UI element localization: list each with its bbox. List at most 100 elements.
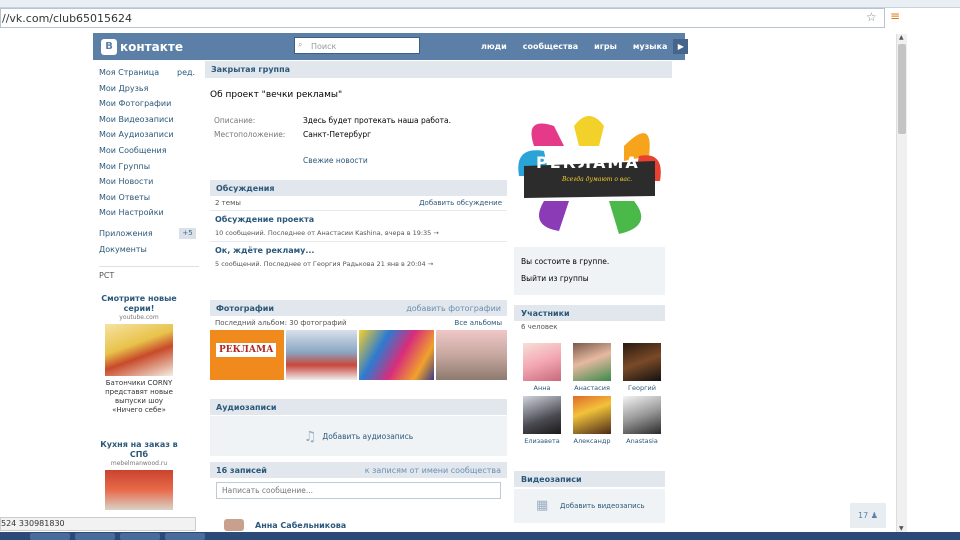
group-description: Описание: Здесь будет протекать наша рабо… [214, 116, 451, 125]
videos-title: Видеозаписи [521, 475, 582, 484]
photo-thumb[interactable]: РЕКЛАМА [210, 330, 284, 380]
wall-post-input[interactable]: Написать сообщение... [216, 482, 501, 499]
poster-subtitle: Всегда думают о вас. [562, 176, 633, 183]
vk-logo[interactable]: Вконтакте [101, 39, 183, 55]
topic-item[interactable]: Обсуждение проекта 10 сообщений. Последн… [210, 210, 507, 241]
add-audio-button[interactable]: ♫ Добавить аудиозапись [210, 416, 507, 456]
ad-title[interactable]: Смотрите новые серии! [99, 294, 179, 314]
ad-image[interactable] [105, 470, 173, 510]
sidebar-item-apps[interactable]: Приложения +5 [99, 227, 199, 245]
discussions-title: Обсуждения [216, 184, 275, 193]
search-placeholder: Поиск [311, 42, 337, 51]
add-video-button[interactable]: ▦ Добавить видеозапись [514, 489, 665, 523]
sidebar-item-rst[interactable]: РСТ [99, 271, 199, 280]
audio-header[interactable]: Аудиозаписи [210, 399, 507, 415]
ad-title[interactable]: Кухня на заказ в СПб [99, 440, 179, 460]
taskbar-app[interactable] [30, 533, 70, 540]
topic-title[interactable]: Ок, ждёте рекламу... [215, 246, 502, 255]
videos-header[interactable]: Видеозаписи [514, 471, 665, 487]
member-name[interactable]: Anastasia [617, 437, 667, 445]
avatar[interactable] [224, 519, 244, 531]
photo-thumb[interactable] [286, 330, 357, 380]
photos-header[interactable]: Фотографии добавить фотографии [210, 300, 507, 316]
members-count: 6 человек [521, 323, 558, 331]
sidebar-item-groups[interactable]: Мои Группы [99, 162, 199, 178]
taskbar-app[interactable] [75, 533, 115, 540]
sidebar-item-photos[interactable]: Мои Фотографии [99, 99, 199, 115]
sidebar-item-messages[interactable]: Мои Сообщения [99, 146, 199, 162]
sidebar-item-docs[interactable]: Документы [99, 245, 199, 261]
taskbar-app[interactable] [120, 533, 160, 540]
member-name[interactable]: Анастасия [567, 384, 617, 392]
all-albums-link[interactable]: Все альбомы [455, 319, 502, 327]
members-title: Участники [521, 309, 570, 318]
sidebar-item-audio[interactable]: Мои Аудиозаписи [99, 130, 199, 146]
search-input[interactable]: ⌕ Поиск [294, 37, 420, 54]
members-header[interactable]: Участники [514, 305, 665, 321]
nav-music[interactable]: музыка [633, 42, 667, 54]
avatar[interactable] [573, 343, 611, 381]
member-card[interactable]: Анна [517, 343, 567, 392]
member-name[interactable]: Александр [567, 437, 617, 445]
wall-community-link[interactable]: к записям от имени сообщества [365, 466, 501, 475]
avatar[interactable] [623, 396, 661, 434]
members-grid: Анна Анастасия Георгий Елизавета Алексан… [517, 343, 667, 445]
page-scrollbar[interactable]: ▲ ▼ [896, 34, 907, 532]
member-card[interactable]: Георгий [617, 343, 667, 392]
sidebar-item-news[interactable]: Мои Новости [99, 177, 199, 193]
discussions-section: Обсуждения 2 темы Добавить обсуждение Обс… [210, 180, 507, 272]
sidebar-item-videos[interactable]: Мои Видеозаписи [99, 115, 199, 131]
player-play-icon[interactable]: ▶ [673, 39, 689, 54]
member-name[interactable]: Анна [517, 384, 567, 392]
nav-logout[interactable]: выйти [753, 42, 781, 54]
nav-games[interactable]: игры [594, 42, 617, 54]
avatar[interactable] [523, 343, 561, 381]
scroll-thumb[interactable] [898, 44, 906, 134]
add-audio-label: Добавить аудиозапись [322, 432, 414, 441]
fresh-news-link[interactable]: Свежие новости [303, 156, 368, 165]
add-photos-link[interactable]: добавить фотографии [406, 304, 501, 313]
scroll-down-icon[interactable]: ▼ [899, 525, 904, 532]
topic-item[interactable]: Ок, ждёте рекламу... 5 сообщений. Послед… [210, 241, 507, 272]
like-counter[interactable]: 17 ♟ [850, 503, 886, 528]
avatar[interactable] [573, 396, 611, 434]
scroll-up-icon[interactable]: ▲ [899, 34, 904, 41]
discussions-header[interactable]: Обсуждения [210, 180, 507, 196]
photo-thumb[interactable] [359, 330, 434, 380]
desc-key: Описание: [214, 116, 256, 125]
member-name[interactable]: Елизавета [517, 437, 567, 445]
nav-help[interactable]: помощь [700, 42, 737, 54]
topic-title[interactable]: Обсуждение проекта [215, 215, 502, 224]
sidebar-edit-link[interactable]: ред. [177, 68, 195, 77]
member-name[interactable]: Георгий [617, 384, 667, 392]
ad-block[interactable]: Кухня на заказ в СПб mebelmanwood.ru [99, 440, 179, 510]
avatar[interactable] [523, 396, 561, 434]
sidebar-item-friends[interactable]: Мои Друзья [99, 84, 199, 100]
member-card[interactable]: Anastasia [617, 396, 667, 445]
nav-communities[interactable]: сообщества [523, 42, 578, 54]
membership-text: Вы состоите в группе. [521, 257, 610, 266]
leave-group-link[interactable]: Выйти из группы [514, 270, 665, 287]
post-author[interactable]: Анна Сабельникова [255, 521, 346, 530]
member-card[interactable]: Александр [567, 396, 617, 445]
url-text: //vk.com/club65015624 [2, 12, 133, 25]
taskbar-app[interactable] [165, 533, 205, 540]
address-bar[interactable]: //vk.com/club65015624 [0, 8, 885, 28]
photo-thumb[interactable] [436, 330, 507, 380]
sidebar-item-answers[interactable]: Мои Ответы [99, 193, 199, 209]
member-card[interactable]: Елизавета [517, 396, 567, 445]
photo-caption: РЕКЛАМА [216, 343, 277, 357]
browser-menu-icon[interactable]: ≡ [890, 10, 902, 22]
group-poster[interactable]: РЕКЛАМА Всегда думают о вас. [514, 106, 665, 239]
ad-image[interactable] [105, 324, 173, 376]
nav-people[interactable]: люди [481, 42, 507, 54]
avatar[interactable] [623, 343, 661, 381]
sidebar-item-settings[interactable]: Мои Настройки [99, 208, 199, 224]
ad-block[interactable]: Смотрите новые серии! youtube.com Батонч… [99, 294, 179, 415]
vk-logo-icon: В [101, 39, 117, 55]
add-discussion-link[interactable]: Добавить обсуждение [419, 199, 502, 207]
wall-header[interactable]: 16 записей к записям от имени сообщества [210, 462, 507, 478]
member-card[interactable]: Анастасия [567, 343, 617, 392]
bookmark-star-icon[interactable]: ☆ [866, 10, 877, 24]
ad-text: Батончики CORNY представят новые выпуски… [105, 379, 173, 414]
